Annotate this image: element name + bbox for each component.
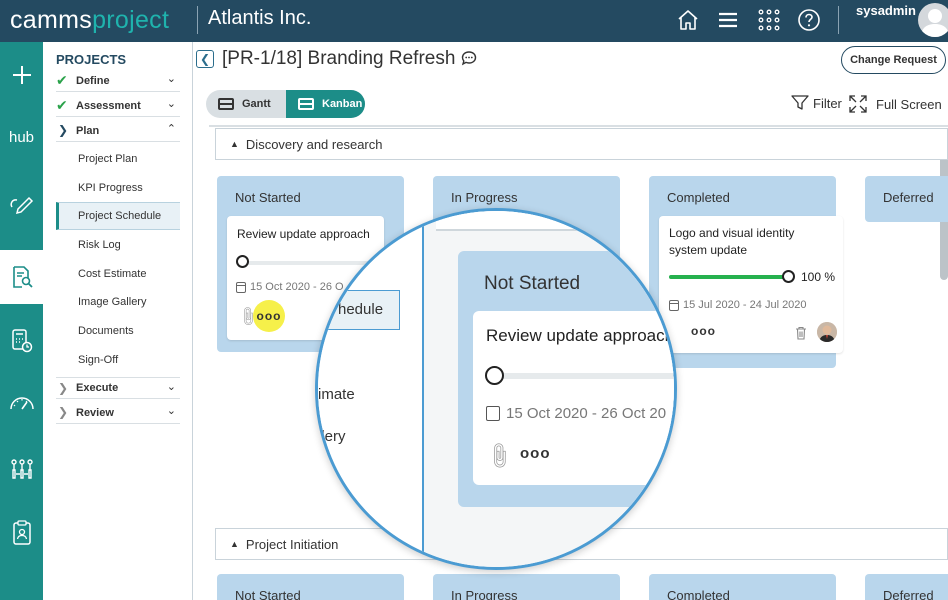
more-options-button[interactable]: ooo bbox=[253, 300, 285, 332]
left-rail: hub bbox=[0, 42, 43, 600]
document-search-icon[interactable] bbox=[0, 250, 43, 304]
chevron-right-icon: ❯ bbox=[58, 123, 69, 137]
kanban-column-completed: Completed Logo and visual identity syste… bbox=[649, 176, 843, 368]
kanban-column-completed: Completed bbox=[649, 574, 836, 600]
divider bbox=[197, 6, 198, 34]
sidenav-item-kpi-progress[interactable]: KPI Progress bbox=[56, 174, 180, 202]
gantt-view-button[interactable]: Gantt bbox=[206, 90, 286, 118]
collapse-triangle-icon: ▲ bbox=[230, 139, 239, 149]
menu-icon[interactable] bbox=[716, 8, 740, 32]
add-icon[interactable] bbox=[0, 56, 43, 94]
progress-bar bbox=[669, 275, 787, 279]
back-button[interactable]: ❮ bbox=[196, 50, 214, 68]
progress-slider-handle[interactable] bbox=[782, 270, 795, 283]
chevron-down-icon: ⌄ bbox=[166, 381, 176, 393]
clipboard-icon[interactable] bbox=[0, 514, 43, 552]
sidenav-item-sign-off[interactable]: Sign-Off bbox=[56, 346, 180, 374]
home-icon[interactable] bbox=[676, 8, 700, 32]
zoomed-column-not-started: Not Started Review update approach 15 Oc… bbox=[458, 251, 674, 507]
sidenav-section-assessment[interactable]: ✔ Assessment ⌄ bbox=[56, 95, 180, 117]
kanban-icon bbox=[298, 98, 314, 110]
chevron-right-icon: ❯ bbox=[58, 381, 69, 395]
camms-logo[interactable]: cammsproject bbox=[10, 6, 169, 35]
edit-icon[interactable] bbox=[0, 185, 43, 223]
sidenav-section-execute[interactable]: ❯ Execute ⌄ bbox=[56, 377, 180, 399]
date-range: 15 Jul 2020 - 24 Jul 2020 bbox=[669, 299, 807, 311]
top-bar: cammsproject Atlantis Inc. sysadmin bbox=[0, 0, 948, 42]
hub-icon[interactable]: hub bbox=[0, 118, 43, 156]
change-request-button[interactable]: Change Request bbox=[841, 46, 946, 74]
sidenav-heading: PROJECTS bbox=[56, 52, 127, 67]
chevron-down-icon: ⌄ bbox=[166, 98, 176, 110]
assignee-avatar[interactable] bbox=[817, 322, 837, 342]
attachment-icon[interactable]: 📎︎ bbox=[482, 439, 516, 473]
kanban-column-not-started: Not Started bbox=[217, 574, 404, 600]
sidenav-item-project-schedule[interactable]: Project Schedule bbox=[56, 202, 180, 230]
view-toggle: Gantt Kanban bbox=[206, 90, 365, 118]
zoom-magnifier: hedule imate llery Not Started Review up… bbox=[315, 208, 677, 570]
calendar-icon bbox=[486, 406, 500, 421]
calendar-icon bbox=[236, 281, 246, 293]
more-options-button[interactable]: ooo bbox=[520, 445, 551, 462]
project-sidenav: PROJECTS ✔ Define ⌄ ✔ Assessment ⌄ ❯ Pla… bbox=[43, 42, 193, 600]
expand-icon bbox=[849, 95, 867, 113]
board-border bbox=[209, 125, 948, 127]
gantt-icon bbox=[218, 98, 234, 110]
check-icon: ✔ bbox=[56, 72, 68, 88]
chevron-down-icon: ⌄ bbox=[166, 405, 176, 417]
zoomed-project-schedule: hedule bbox=[338, 301, 384, 318]
zoomed-cost-estimate: imate bbox=[318, 386, 355, 403]
full-screen-button[interactable]: Full Screen bbox=[849, 95, 942, 113]
gauge-icon[interactable] bbox=[0, 384, 43, 422]
sidenav-item-documents[interactable]: Documents bbox=[56, 317, 180, 345]
filter-icon bbox=[791, 95, 809, 110]
kanban-column-deferred: Deferred bbox=[865, 574, 948, 600]
section-header-discovery[interactable]: ▲ Discovery and research bbox=[215, 128, 948, 160]
zoomed-task-card[interactable]: Review update approach 15 Oct 2020 - 26 … bbox=[473, 311, 674, 485]
more-options-button[interactable]: ooo bbox=[691, 324, 716, 338]
trash-icon[interactable] bbox=[795, 326, 807, 340]
sidenav-section-review[interactable]: ❯ Review ⌄ bbox=[56, 402, 180, 424]
sidenav-item-image-gallery[interactable]: Image Gallery bbox=[56, 288, 180, 316]
zoomed-slider-handle[interactable] bbox=[485, 366, 504, 385]
chevron-down-icon: ⌄ bbox=[166, 73, 176, 85]
zoomed-sidenav: hedule imate llery bbox=[318, 211, 423, 567]
divider bbox=[838, 6, 839, 34]
chevron-up-icon: ⌃ bbox=[166, 123, 176, 135]
sidenav-item-project-plan[interactable]: Project Plan bbox=[56, 145, 180, 173]
kanban-view-button[interactable]: Kanban bbox=[286, 90, 365, 118]
username[interactable]: sysadmin bbox=[856, 3, 916, 18]
check-icon: ✔ bbox=[56, 97, 68, 113]
user-avatar[interactable] bbox=[918, 3, 948, 37]
task-card[interactable]: Logo and visual identity system update 1… bbox=[659, 216, 843, 353]
page-title: [PR-1/18] Branding Refresh bbox=[222, 48, 477, 70]
sidenav-section-plan[interactable]: ❯ Plan ⌃ bbox=[56, 120, 180, 142]
apps-grid-icon[interactable] bbox=[757, 8, 781, 32]
collapse-triangle-icon: ▲ bbox=[230, 539, 239, 549]
company-name: Atlantis Inc. bbox=[208, 7, 312, 29]
sidenav-item-cost-estimate[interactable]: Cost Estimate bbox=[56, 260, 180, 288]
progress-slider-handle[interactable] bbox=[236, 255, 249, 268]
sidenav-item-risk-log[interactable]: Risk Log bbox=[56, 231, 180, 259]
filter-button[interactable]: Filter bbox=[791, 95, 842, 111]
help-icon[interactable] bbox=[797, 8, 821, 32]
zoomed-image-gallery: llery bbox=[318, 428, 346, 445]
kanban-column-deferred: Deferred bbox=[865, 176, 948, 222]
org-chart-icon[interactable] bbox=[0, 450, 43, 488]
calculator-icon[interactable] bbox=[0, 322, 43, 360]
sidenav-section-define[interactable]: ✔ Define ⌄ bbox=[56, 70, 180, 92]
progress-percent: 100 % bbox=[801, 270, 836, 284]
kanban-column-in-progress: In Progress bbox=[433, 574, 620, 600]
comment-icon[interactable] bbox=[461, 50, 477, 66]
chevron-right-icon: ❯ bbox=[58, 405, 69, 419]
